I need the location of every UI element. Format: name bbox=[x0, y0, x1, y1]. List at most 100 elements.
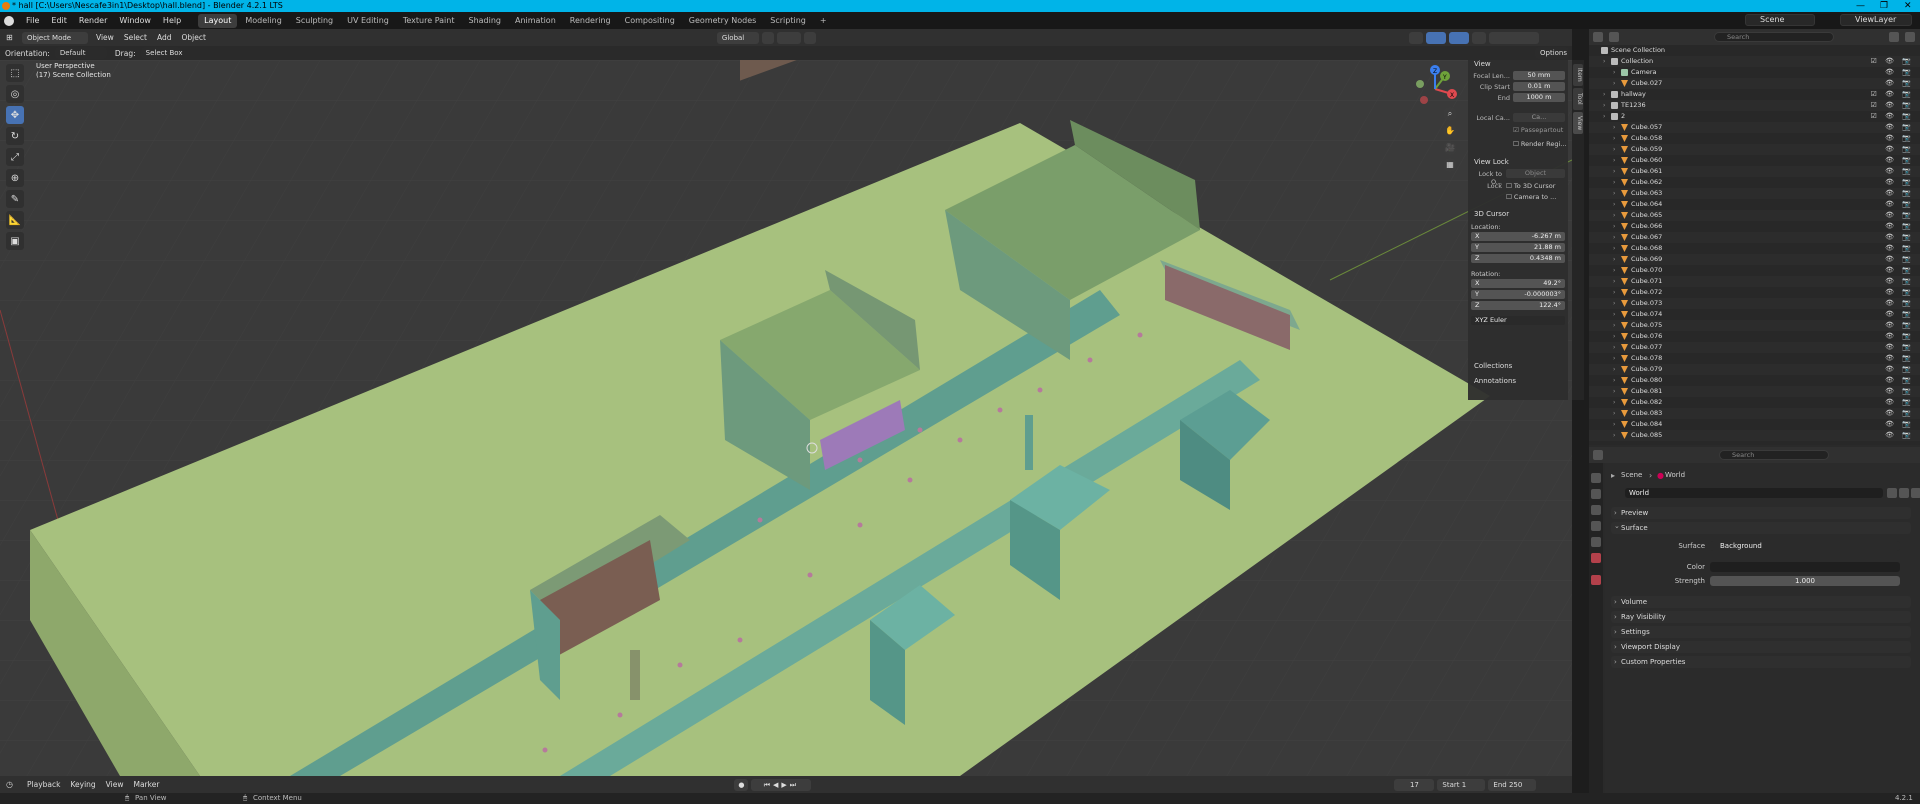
visibility-toggles[interactable]: 👁 📷 bbox=[1885, 430, 1914, 441]
menu-help[interactable]: Help bbox=[157, 12, 187, 29]
proportional-edit-icon[interactable] bbox=[803, 31, 816, 44]
expand-chevron-icon[interactable]: › bbox=[1613, 67, 1615, 78]
outliner-row[interactable]: › TE1236 ☑ 👁 📷 bbox=[1589, 100, 1920, 111]
scene-render[interactable] bbox=[0, 60, 1572, 776]
expand-chevron-icon[interactable]: › bbox=[1603, 111, 1605, 122]
menu-edit[interactable]: Edit bbox=[45, 12, 73, 29]
start-frame-field[interactable]: Start 1 bbox=[1437, 778, 1486, 791]
expand-chevron-icon[interactable]: › bbox=[1613, 254, 1615, 265]
strength-field[interactable]: 1.000 bbox=[1710, 576, 1900, 586]
camera-to-view-checkbox[interactable]: ☐ Camera to ... bbox=[1506, 193, 1556, 201]
outliner-row[interactable]: › Cube.059 👁 📷 bbox=[1589, 144, 1920, 155]
tab-layout[interactable]: Layout bbox=[198, 13, 238, 28]
menu-playback[interactable]: Playback bbox=[22, 780, 65, 789]
menu-view[interactable]: View bbox=[91, 33, 119, 42]
panel-custom-properties[interactable]: Custom Properties bbox=[1611, 656, 1911, 668]
view-layer-selector[interactable]: ViewLayer bbox=[1840, 14, 1912, 26]
visibility-toggles[interactable]: 👁 📷 bbox=[1885, 276, 1914, 287]
visibility-toggles[interactable]: 👁 📷 bbox=[1885, 144, 1914, 155]
visibility-icon[interactable] bbox=[1408, 31, 1423, 44]
outliner-row[interactable]: › Cube.068 👁 📷 bbox=[1589, 243, 1920, 254]
outliner-row[interactable]: › Cube.064 👁 📷 bbox=[1589, 199, 1920, 210]
rotation-mode-dropdown[interactable]: XYZ Euler bbox=[1471, 316, 1565, 325]
end-frame-field[interactable]: End 250 bbox=[1488, 778, 1537, 791]
world-name-field[interactable]: World bbox=[1625, 488, 1883, 498]
outliner-row[interactable]: › Cube.077 👁 📷 bbox=[1589, 342, 1920, 353]
visibility-toggles[interactable]: 👁 📷 bbox=[1885, 298, 1914, 309]
new-world-icon[interactable] bbox=[1899, 488, 1909, 498]
outliner-row[interactable]: › Cube.070 👁 📷 bbox=[1589, 265, 1920, 276]
menu-select[interactable]: Select bbox=[119, 33, 152, 42]
record-icon[interactable]: ● bbox=[734, 778, 749, 791]
panel-viewport-display[interactable]: Viewport Display bbox=[1611, 641, 1911, 653]
menu-render[interactable]: Render bbox=[73, 12, 113, 29]
visibility-toggles[interactable]: 👁 📷 bbox=[1885, 375, 1914, 386]
outliner-editor-icon[interactable] bbox=[1593, 32, 1603, 42]
annotate-icon[interactable]: ✎ bbox=[6, 190, 24, 208]
filter-icon[interactable] bbox=[1889, 32, 1899, 42]
menu-add[interactable]: Add bbox=[152, 33, 177, 42]
add-workspace-button[interactable]: + bbox=[814, 14, 833, 28]
blender-menu-icon[interactable] bbox=[4, 15, 14, 26]
pivot-icon[interactable] bbox=[761, 31, 774, 44]
panel-ray-visibility[interactable]: Ray Visibility bbox=[1611, 611, 1911, 623]
outliner-row[interactable]: › Cube.062 👁 📷 bbox=[1589, 177, 1920, 188]
outliner-row[interactable]: › Cube.082 👁 📷 bbox=[1589, 397, 1920, 408]
xray-icon[interactable] bbox=[1471, 31, 1486, 44]
cursor-loc-x-field[interactable]: X -6.267 m bbox=[1471, 232, 1565, 241]
annotations-section-header[interactable]: Annotations bbox=[1474, 377, 1516, 385]
outliner-row[interactable]: › hallway ☑ 👁 📷 bbox=[1589, 89, 1920, 100]
panel-settings[interactable]: Settings bbox=[1611, 626, 1911, 638]
scene-tab-icon[interactable] bbox=[1591, 537, 1601, 547]
focal-length-field[interactable]: 50 mm bbox=[1513, 71, 1565, 80]
visibility-toggles[interactable]: 👁 📷 bbox=[1885, 331, 1914, 342]
expand-chevron-icon[interactable]: › bbox=[1613, 166, 1615, 177]
mode-dropdown[interactable]: Object Mode bbox=[22, 31, 88, 44]
expand-chevron-icon[interactable]: › bbox=[1613, 331, 1615, 342]
editor-type-icon[interactable]: ⊞ bbox=[0, 33, 22, 42]
expand-chevron-icon[interactable]: › bbox=[1613, 133, 1615, 144]
expand-chevron-icon[interactable]: › bbox=[1613, 177, 1615, 188]
3d-cursor-section-header[interactable]: 3D Cursor bbox=[1474, 210, 1509, 218]
outliner-row[interactable]: › Cube.079 👁 📷 bbox=[1589, 364, 1920, 375]
visibility-toggles[interactable]: 👁 📷 bbox=[1885, 397, 1914, 408]
sidebar-tab-tool[interactable]: Tool bbox=[1573, 88, 1583, 110]
cursor-rot-x-field[interactable]: X 49.2° bbox=[1471, 279, 1565, 288]
visibility-toggles[interactable]: 👁 📷 bbox=[1885, 210, 1914, 221]
outliner-row[interactable]: › Cube.080 👁 📷 bbox=[1589, 375, 1920, 386]
outliner-row[interactable]: › Cube.069 👁 📷 bbox=[1589, 254, 1920, 265]
tab-scripting[interactable]: Scripting bbox=[764, 14, 812, 28]
outliner-row[interactable]: › Camera 👁 📷 bbox=[1589, 67, 1920, 78]
view-lock-section-header[interactable]: View Lock bbox=[1474, 158, 1509, 166]
expand-chevron-icon[interactable]: › bbox=[1613, 287, 1615, 298]
expand-chevron-icon[interactable]: › bbox=[1613, 353, 1615, 364]
outliner-row[interactable]: › Collection ☑ 👁 📷 bbox=[1589, 56, 1920, 67]
visibility-toggles[interactable]: 👁 📷 bbox=[1885, 166, 1914, 177]
menu-window[interactable]: Window bbox=[113, 12, 157, 29]
expand-chevron-icon[interactable]: › bbox=[1613, 144, 1615, 155]
outliner-row[interactable]: › Cube.078 👁 📷 bbox=[1589, 353, 1920, 364]
tool-tab-icon[interactable] bbox=[1591, 473, 1601, 483]
visibility-toggles[interactable]: 👁 📷 bbox=[1885, 254, 1914, 265]
expand-chevron-icon[interactable]: › bbox=[1613, 276, 1615, 287]
expand-chevron-icon[interactable]: › bbox=[1613, 375, 1615, 386]
expand-chevron-icon[interactable]: › bbox=[1603, 100, 1605, 111]
expand-chevron-icon[interactable]: › bbox=[1613, 265, 1615, 276]
expand-chevron-icon[interactable]: › bbox=[1613, 298, 1615, 309]
tab-geometry-nodes[interactable]: Geometry Nodes bbox=[683, 14, 762, 28]
camera-view-icon[interactable]: 🎥 bbox=[1443, 141, 1457, 155]
expand-chevron-icon[interactable]: › bbox=[1613, 221, 1615, 232]
visibility-toggles[interactable]: 👁 📷 bbox=[1885, 188, 1914, 199]
outliner-row[interactable]: › Cube.076 👁 📷 bbox=[1589, 331, 1920, 342]
rotate-icon[interactable]: ↻ bbox=[6, 127, 24, 145]
expand-chevron-icon[interactable]: › bbox=[1613, 199, 1615, 210]
outliner-row[interactable]: › Cube.061 👁 📷 bbox=[1589, 166, 1920, 177]
expand-chevron-icon[interactable]: › bbox=[1613, 430, 1615, 441]
visibility-toggles[interactable]: 👁 📷 bbox=[1885, 419, 1914, 430]
passepartout-checkbox[interactable]: ☑ Passepartout bbox=[1513, 126, 1563, 134]
ortho-toggle-icon[interactable]: ▦ bbox=[1443, 158, 1457, 172]
expand-chevron-icon[interactable]: › bbox=[1613, 309, 1615, 320]
tab-modeling[interactable]: Modeling bbox=[239, 14, 287, 28]
gizmo-toggle-icon[interactable] bbox=[1425, 31, 1446, 44]
new-collection-icon[interactable] bbox=[1905, 32, 1915, 42]
